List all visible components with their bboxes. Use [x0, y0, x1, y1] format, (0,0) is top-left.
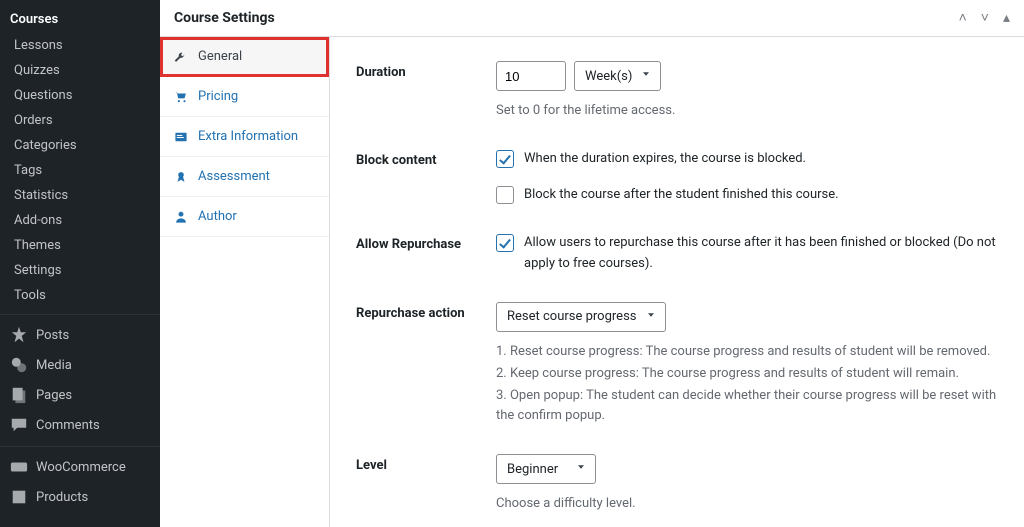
- admin-menu-pages[interactable]: Pages: [0, 380, 160, 410]
- woocommerce-icon: [10, 458, 28, 476]
- info-card-icon: [174, 130, 188, 144]
- row-duration: Duration Week(s) Set to 0 for the lifeti…: [356, 61, 998, 121]
- row-block-content: Block content When the duration expires,…: [356, 149, 998, 205]
- repurchase-hint-2: 2. Keep course progress: The course prog…: [496, 364, 998, 384]
- wrench-icon: [174, 50, 188, 64]
- settings-tabs: General Pricing Extra Information Assess…: [160, 37, 330, 527]
- admin-menu-courses-questions[interactable]: Questions: [0, 83, 160, 108]
- admin-menu-courses-statistics[interactable]: Statistics: [0, 183, 160, 208]
- course-settings-panel: Course Settings ˄ ˅ ▴ General Pricing: [160, 0, 1024, 527]
- block-content-label: Block content: [356, 149, 496, 168]
- tab-pricing[interactable]: Pricing: [160, 77, 329, 117]
- admin-menu-media[interactable]: Media: [0, 350, 160, 380]
- allow-repurchase-checkbox[interactable]: [496, 234, 514, 252]
- admin-menu-courses[interactable]: Courses: [0, 6, 160, 33]
- admin-menu-posts[interactable]: Posts: [0, 320, 160, 350]
- admin-menu-courses-lessons[interactable]: Lessons: [0, 33, 160, 58]
- allow-repurchase-text: Allow users to repurchase this course af…: [524, 233, 998, 273]
- repurchase-hint-3: 3. Open popup: The student can decide wh…: [496, 386, 998, 426]
- tab-assessment[interactable]: Assessment: [160, 157, 329, 197]
- repurchase-hint-1: 1. Reset course progress: The course pro…: [496, 342, 998, 362]
- admin-menu-courses-tags[interactable]: Tags: [0, 158, 160, 183]
- level-select[interactable]: Beginner: [496, 454, 596, 484]
- admin-menu-comments[interactable]: Comments: [0, 410, 160, 440]
- comment-icon: [10, 416, 28, 434]
- tab-author[interactable]: Author: [160, 197, 329, 237]
- block-on-finish-checkbox[interactable]: [496, 186, 514, 204]
- block-on-expire-checkbox[interactable]: [496, 150, 514, 168]
- user-icon: [174, 210, 188, 224]
- panel-toggle[interactable]: ▴: [1003, 11, 1010, 25]
- admin-menu-woocommerce[interactable]: WooCommerce: [0, 452, 160, 482]
- cart-icon: [174, 90, 188, 104]
- media-icon: [10, 356, 28, 374]
- panel-title: Course Settings: [174, 10, 275, 26]
- block-on-finish-text: Block the course after the student finis…: [524, 185, 839, 205]
- admin-menu-courses-settings[interactable]: Settings: [0, 258, 160, 283]
- admin-menu-courses-categories[interactable]: Categories: [0, 133, 160, 158]
- chevron-down-icon: [645, 309, 657, 325]
- panel-move-down[interactable]: ˅: [981, 11, 989, 25]
- row-repurchase-action: Repurchase action Reset course progress …: [356, 302, 998, 427]
- tab-extra-information[interactable]: Extra Information: [160, 117, 329, 157]
- pages-icon: [10, 386, 28, 404]
- admin-sidebar: Courses Lessons Quizzes Questions Orders…: [0, 0, 160, 527]
- admin-menu-courses-tools[interactable]: Tools: [0, 283, 160, 308]
- products-icon: [10, 488, 28, 506]
- admin-menu-products[interactable]: Products: [0, 482, 160, 512]
- form-area: Duration Week(s) Set to 0 for the lifeti…: [330, 37, 1024, 527]
- chevron-down-icon: [575, 461, 587, 477]
- repurchase-action-label: Repurchase action: [356, 302, 496, 321]
- repurchase-action-select[interactable]: Reset course progress: [496, 302, 666, 332]
- duration-value-input[interactable]: [496, 61, 566, 91]
- admin-menu-courses-orders[interactable]: Orders: [0, 108, 160, 133]
- admin-menu-courses-quizzes[interactable]: Quizzes: [0, 58, 160, 83]
- ribbon-icon: [174, 170, 188, 184]
- duration-label: Duration: [356, 61, 496, 80]
- row-allow-repurchase: Allow Repurchase Allow users to repurcha…: [356, 233, 998, 273]
- chevron-down-icon: [640, 68, 652, 84]
- row-level: Level Beginner Choose a difficulty level…: [356, 454, 998, 514]
- panel-move-up[interactable]: ˄: [959, 11, 967, 25]
- tab-general[interactable]: General: [160, 37, 329, 77]
- level-hint: Choose a difficulty level.: [496, 494, 998, 514]
- level-label: Level: [356, 454, 496, 473]
- duration-hint: Set to 0 for the lifetime access.: [496, 101, 998, 121]
- panel-header: Course Settings ˄ ˅ ▴: [160, 0, 1024, 37]
- allow-repurchase-label: Allow Repurchase: [356, 233, 496, 252]
- admin-menu-courses-themes[interactable]: Themes: [0, 233, 160, 258]
- block-on-expire-text: When the duration expires, the course is…: [524, 149, 806, 169]
- admin-menu-courses-addons[interactable]: Add-ons: [0, 208, 160, 233]
- pin-icon: [10, 326, 28, 344]
- duration-unit-select[interactable]: Week(s): [574, 61, 661, 91]
